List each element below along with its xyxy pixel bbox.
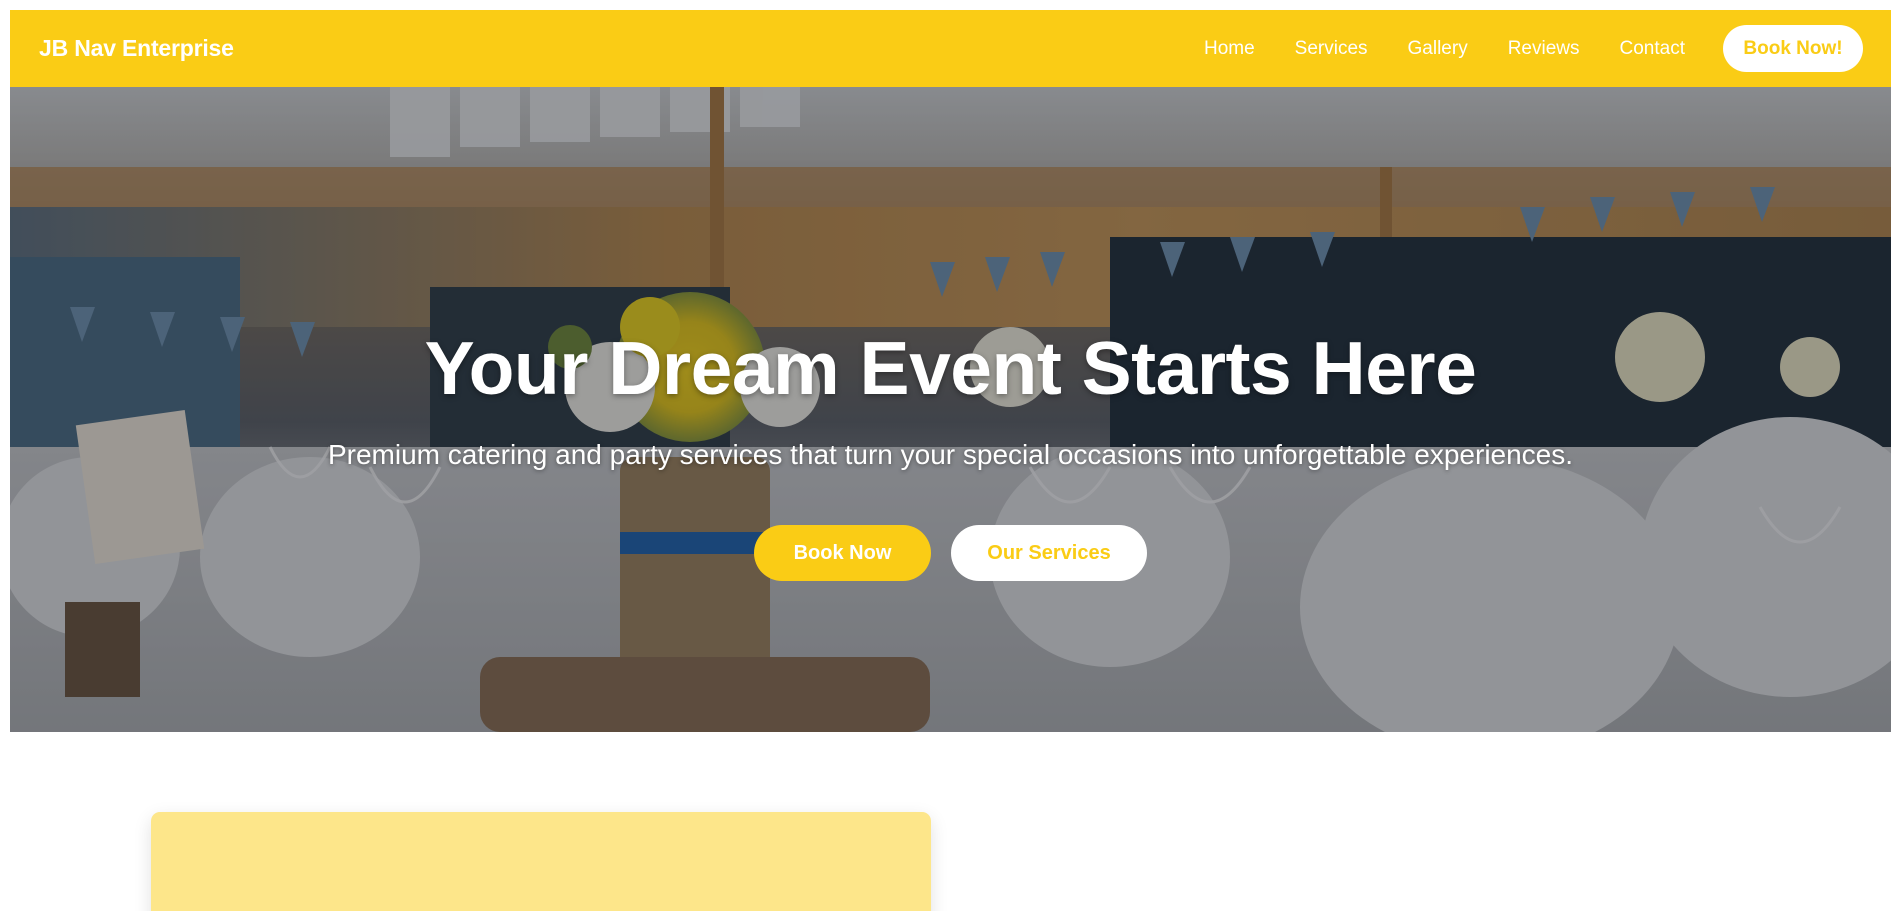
book-now-nav-button[interactable]: Book Now! [1723, 25, 1863, 72]
nav-link-contact[interactable]: Contact [1620, 38, 1685, 60]
nav-link-gallery[interactable]: Gallery [1408, 38, 1468, 60]
nav-link-services[interactable]: Services [1295, 38, 1368, 60]
main-nav: Home Services Gallery Reviews Contact Bo… [1204, 25, 1863, 72]
feature-card [151, 812, 931, 911]
nav-link-reviews[interactable]: Reviews [1508, 38, 1580, 60]
brand-logo[interactable]: JB Nav Enterprise [39, 35, 234, 62]
our-services-button[interactable]: Our Services [951, 525, 1147, 581]
hero-section: Your Dream Event Starts Here Premium cat… [10, 87, 1891, 732]
hero-buttons: Book Now Our Services [10, 525, 1891, 581]
book-now-button[interactable]: Book Now [754, 525, 931, 581]
page: JB Nav Enterprise Home Services Gallery … [10, 10, 1891, 911]
site-header: JB Nav Enterprise Home Services Gallery … [10, 10, 1891, 87]
nav-link-home[interactable]: Home [1204, 38, 1255, 60]
hero-content: Your Dream Event Starts Here Premium cat… [10, 87, 1891, 732]
hero-subtitle: Premium catering and party services that… [327, 439, 1574, 470]
hero-title: Your Dream Event Starts Here [424, 326, 1477, 410]
